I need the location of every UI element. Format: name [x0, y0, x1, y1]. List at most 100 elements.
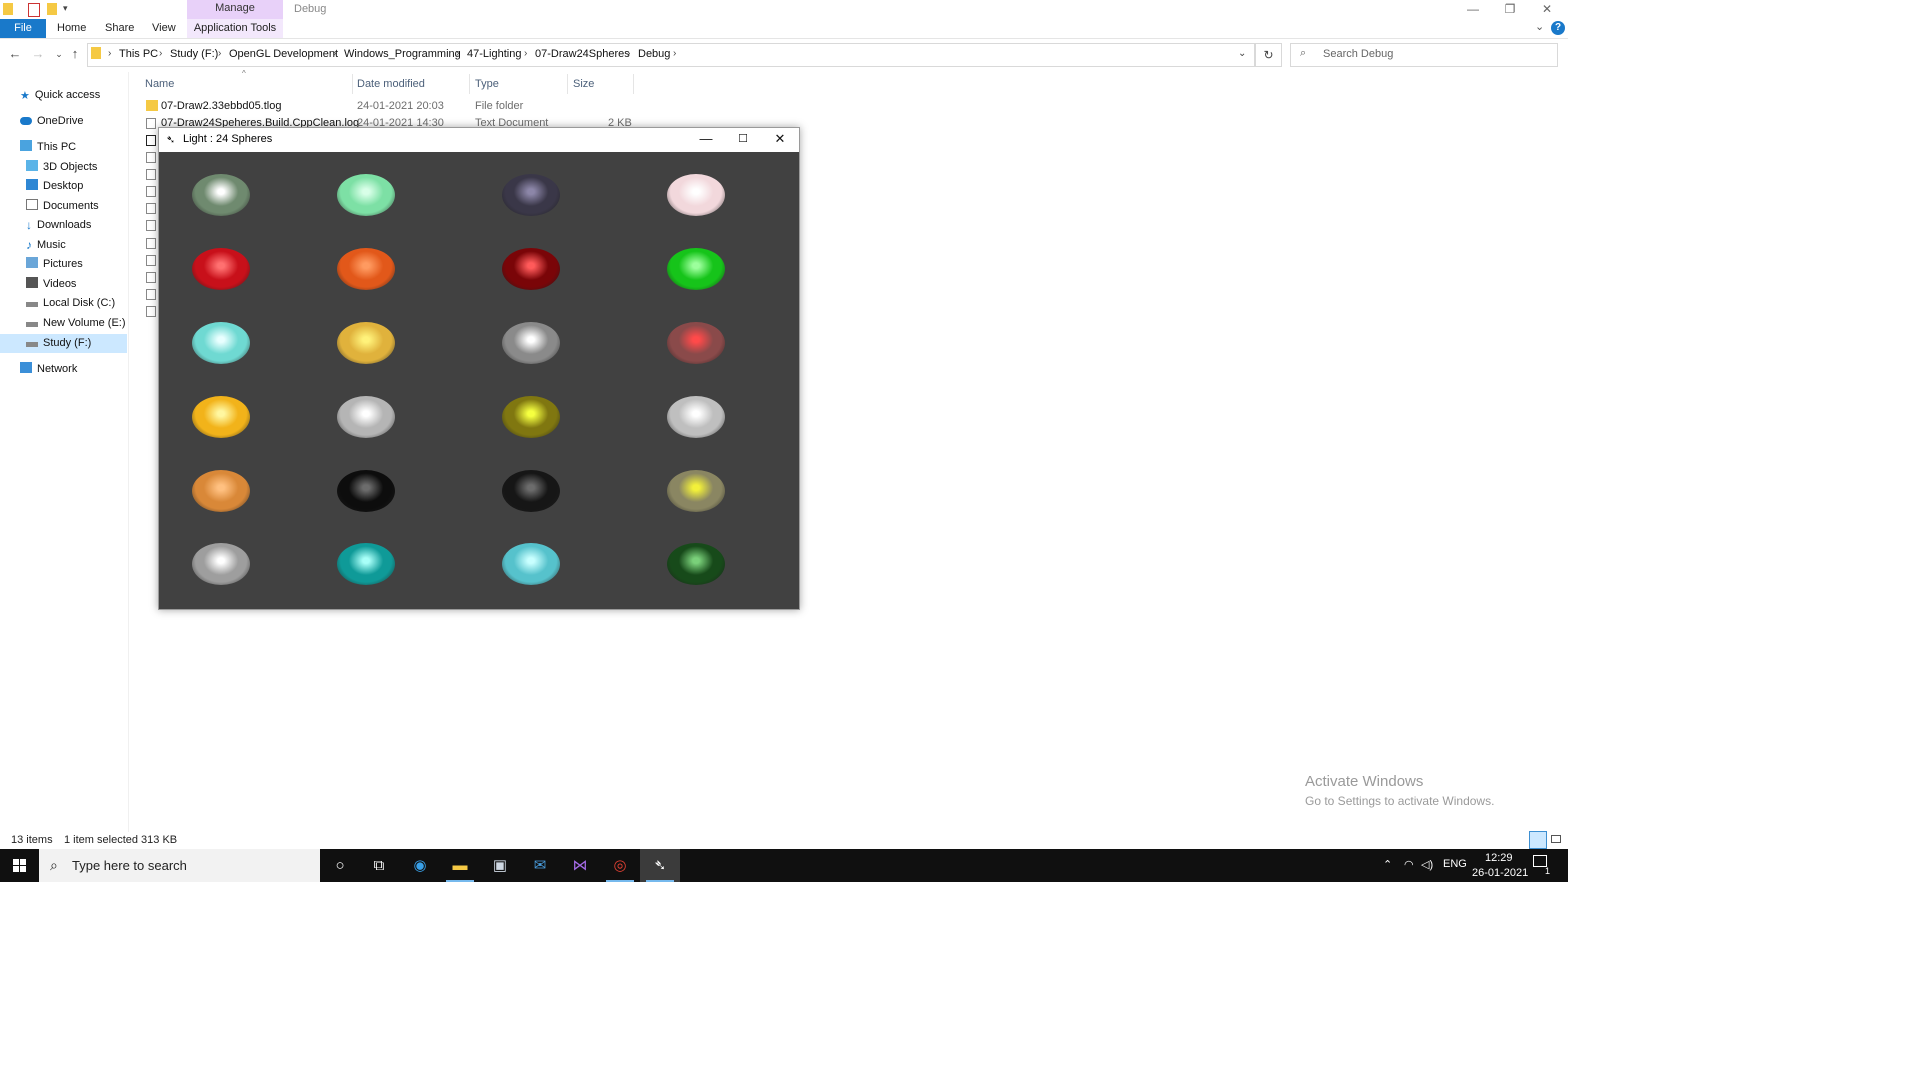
chevron-right-icon[interactable]: ›	[627, 48, 630, 59]
nav-label: Downloads	[37, 219, 92, 231]
nav-documents[interactable]: Documents	[26, 197, 99, 216]
tray-overflow-icon[interactable]: ⌃	[1383, 858, 1392, 871]
video-icon	[26, 277, 38, 288]
lit-sphere	[502, 543, 560, 585]
ribbon-expand-icon[interactable]: ⌄	[1535, 20, 1544, 33]
chevron-right-icon[interactable]: ›	[673, 48, 676, 59]
nav-videos[interactable]: Videos	[26, 275, 76, 294]
window-title: Debug	[294, 3, 327, 15]
chevron-right-icon[interactable]: ›	[218, 48, 221, 59]
column-divider[interactable]	[633, 74, 634, 94]
file-name[interactable]: 07-Draw2.33ebbd05.tlog	[161, 100, 281, 112]
nav-quick-access[interactable]: ★ Quick access	[20, 86, 100, 105]
drive-icon	[26, 322, 38, 327]
nav-3d-objects[interactable]: 3D Objects	[26, 158, 97, 177]
clock-date[interactable]: 26-01-2021	[1472, 867, 1528, 879]
tab-view[interactable]: View	[152, 19, 176, 38]
start-button[interactable]	[0, 849, 39, 882]
store-icon[interactable]: ▣	[480, 849, 520, 882]
opengl-app-icon[interactable]: ➴	[640, 849, 680, 882]
nav-downloads[interactable]: ↓ Downloads	[26, 216, 91, 235]
details-view-icon[interactable]	[1529, 831, 1547, 849]
breadcrumb-draw24spheres[interactable]: 07-Draw24Spheres	[535, 48, 630, 60]
chevron-right-icon[interactable]: ›	[333, 48, 336, 59]
lit-sphere	[192, 248, 250, 290]
column-divider[interactable]	[567, 74, 568, 94]
nav-new-volume-e[interactable]: New Volume (E:)	[26, 314, 126, 333]
back-arrow-icon[interactable]: ←	[7, 46, 23, 62]
cortana-icon[interactable]: ○	[320, 849, 360, 882]
file-explorer-icon[interactable]: ▬	[440, 849, 480, 882]
lit-sphere	[337, 248, 395, 290]
app-minimize-button[interactable]: —	[693, 130, 719, 148]
qat-dropdown-icon[interactable]: ▾	[63, 3, 68, 14]
column-header-size[interactable]: Size	[573, 78, 594, 90]
chevron-right-icon[interactable]: ›	[159, 48, 162, 59]
task-view-icon[interactable]: ⧉	[359, 849, 399, 882]
column-divider[interactable]	[352, 74, 353, 94]
tab-application-tools[interactable]: Application Tools	[187, 19, 283, 38]
help-icon[interactable]: ?	[1551, 21, 1565, 35]
column-header-date[interactable]: Date modified	[357, 78, 425, 90]
recent-locations-icon[interactable]: ⌄	[51, 46, 67, 62]
nav-label: Network	[37, 363, 78, 375]
column-header-type[interactable]: Type	[475, 78, 499, 90]
breadcrumb-study[interactable]: Study (F:)	[170, 48, 218, 60]
app-close-button[interactable]: ✕	[767, 130, 793, 148]
folder-icon	[91, 47, 101, 59]
drive-icon	[26, 302, 38, 307]
breadcrumb-this-pc[interactable]: This PC	[119, 48, 158, 60]
lit-sphere	[667, 248, 725, 290]
minimize-button[interactable]: —	[1463, 2, 1483, 16]
new-folder-icon[interactable]	[47, 3, 57, 15]
cube-icon	[26, 160, 38, 171]
nav-label: New Volume (E:)	[43, 317, 126, 329]
breadcrumb-windows-programming[interactable]: Windows_Programming	[344, 48, 461, 60]
tab-home[interactable]: Home	[57, 19, 86, 38]
app-maximize-button[interactable]: ☐	[730, 130, 756, 148]
windows-logo-icon	[13, 859, 26, 872]
column-divider[interactable]	[469, 74, 470, 94]
mail-icon[interactable]: ✉	[520, 849, 560, 882]
up-arrow-icon[interactable]: ↑	[67, 46, 83, 62]
address-dropdown-icon[interactable]: ⌄	[1238, 48, 1246, 59]
file-icon	[146, 306, 156, 317]
tab-share[interactable]: Share	[105, 19, 134, 38]
breadcrumb-lighting[interactable]: 47-Lighting	[467, 48, 521, 60]
wifi-icon[interactable]: ◠	[1404, 858, 1414, 871]
forward-arrow-icon[interactable]: →	[30, 46, 46, 62]
lit-sphere	[192, 543, 250, 585]
nav-label: OneDrive	[37, 115, 84, 127]
breadcrumb-opengl[interactable]: OpenGL Development	[229, 48, 338, 60]
chevron-right-icon[interactable]: ›	[108, 48, 111, 59]
nav-music[interactable]: ♪ Music	[26, 236, 66, 255]
volume-icon[interactable]: ◁)	[1421, 858, 1433, 871]
chrome-icon[interactable]: ◎	[600, 849, 640, 882]
chevron-right-icon[interactable]: ›	[456, 48, 459, 59]
nav-onedrive[interactable]: OneDrive	[20, 112, 83, 131]
chevron-right-icon[interactable]: ›	[524, 48, 527, 59]
tab-file[interactable]: File	[0, 19, 46, 38]
lit-sphere	[667, 470, 725, 512]
column-header-name[interactable]: Name	[145, 78, 174, 90]
lit-sphere	[192, 470, 250, 512]
clock-time[interactable]: 12:29	[1485, 852, 1513, 864]
nav-desktop[interactable]: Desktop	[26, 177, 83, 196]
visual-studio-icon[interactable]: ⋈	[560, 849, 600, 882]
nav-pictures[interactable]: Pictures	[26, 255, 83, 274]
large-icons-view-icon[interactable]	[1549, 832, 1563, 846]
opengl-canvas[interactable]	[159, 152, 799, 609]
nav-label: 3D Objects	[43, 161, 98, 173]
edge-icon[interactable]: ◉	[400, 849, 440, 882]
close-button[interactable]: ✕	[1537, 2, 1557, 16]
nav-study-f[interactable]: Study (F:)	[26, 334, 91, 353]
nav-local-disk-c[interactable]: Local Disk (C:)	[26, 294, 115, 313]
properties-icon[interactable]	[28, 3, 40, 17]
nav-this-pc[interactable]: This PC	[20, 138, 76, 157]
restore-button[interactable]: ❐	[1500, 2, 1520, 16]
manage-context-label: Manage	[187, 0, 283, 19]
nav-network[interactable]: Network	[20, 360, 77, 379]
refresh-icon[interactable]: ↻	[1255, 43, 1282, 67]
breadcrumb-debug[interactable]: Debug	[638, 48, 670, 60]
language-indicator[interactable]: ENG	[1443, 858, 1467, 870]
